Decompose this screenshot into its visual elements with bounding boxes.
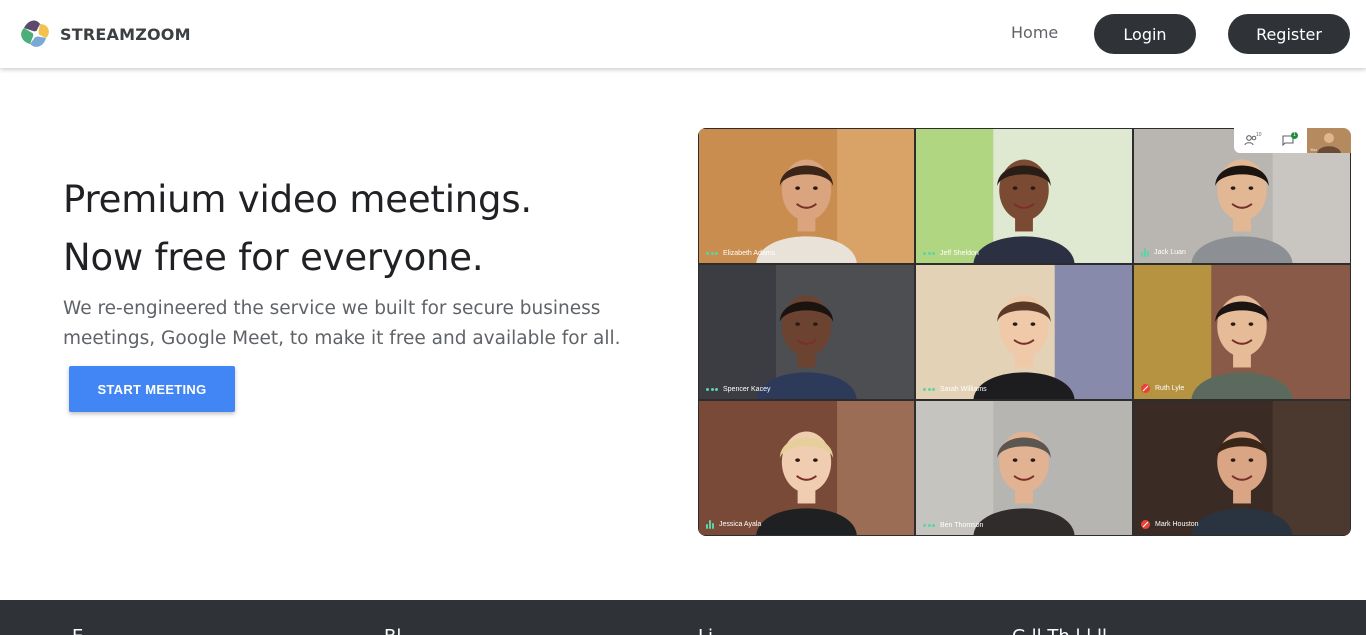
speaking-bars-icon [706,520,714,529]
participant-name: Ruth Lyle [1155,385,1185,392]
video-tile[interactable]: Ruth Lyle [1133,264,1351,400]
register-button[interactable]: Register [1228,14,1350,54]
participant-name: Jack Luan [1154,249,1186,256]
video-tile[interactable]: Mark Houston [1133,400,1351,536]
participant-name: Sarah Williams [940,386,987,393]
hero-title-line-2: Now free for everyone. [63,236,484,279]
brand-name: STREAMZOOM [60,24,191,44]
participant-name-tag: Ruth Lyle [1141,384,1184,393]
video-tile[interactable]: Jessica Ayala [698,400,915,536]
self-view-label: You [1310,147,1317,152]
mic-muted-icon [1141,520,1150,529]
participant-name: Spencer Kacey [723,386,771,393]
participant-name: Mark Houston [1155,521,1199,528]
participant-video-frame [699,265,914,399]
participant-video-frame [699,129,914,263]
video-tile[interactable]: Elizabeth Adams [698,128,915,264]
participant-video-frame [916,129,1132,263]
participant-video-frame [699,401,914,535]
participant-video-frame [1134,265,1350,399]
video-tile[interactable]: Ben Thomson [915,400,1133,536]
chat-unread-badge: 1 [1291,132,1298,139]
participant-name: Elizabeth Adams [723,250,776,257]
brand[interactable]: STREAMZOOM [16,14,191,54]
hero-description: We re-engineered the service we built fo… [63,298,621,349]
participant-name-tag: Jessica Ayala [706,520,761,529]
hero-title-line-1: Premium video meetings. [63,178,532,221]
audio-dots-icon [706,252,718,255]
video-tile[interactable]: Sarah Williams [915,264,1133,400]
participant-name: Jessica Ayala [719,521,762,528]
streamzoom-logo-icon [21,20,49,47]
footer-column-heading: E [72,626,83,635]
participant-count: 10 [1256,132,1262,138]
participant-video-frame [916,401,1132,535]
participant-name-tag: Mark Houston [1141,520,1199,529]
participant-video-frame [1134,401,1350,535]
start-meeting-button[interactable]: START MEETING [69,366,235,412]
footer-column-heading: Bl [384,626,401,635]
meeting-top-bar: 10 1 You [1234,128,1351,153]
participant-name-tag: Sarah Williams [923,386,987,393]
speaking-bars-icon [1141,248,1149,257]
audio-dots-icon [923,388,935,391]
nav-home-link[interactable]: Home [1011,23,1058,42]
video-tile[interactable]: Jeff Sheldon [915,128,1133,264]
participant-video-frame [916,265,1132,399]
participant-name-tag: Spencer Kacey [706,386,770,393]
login-button[interactable]: Login [1094,14,1196,54]
participant-name-tag: Jack Luan [1141,248,1186,257]
footer: E Bl Li G ll Th l l ll [0,600,1366,635]
video-tile[interactable]: Spencer Kacey [698,264,915,400]
audio-dots-icon [706,388,718,391]
audio-dots-icon [923,524,935,527]
navbar: STREAMZOOM Home Login Register [0,0,1366,68]
participant-name-tag: Jeff Sheldon [923,250,979,257]
audio-dots-icon [923,252,935,255]
mic-muted-icon [1141,384,1150,393]
participant-name-tag: Elizabeth Adams [706,250,775,257]
participant-name-tag: Ben Thomson [923,522,983,529]
participant-name: Jeff Sheldon [940,250,979,257]
video-meeting-preview: Elizabeth Adams Jeff Sheldon Jack Luan Spen… [698,128,1351,536]
footer-column-heading: G ll Th l l ll [1012,626,1107,635]
footer-column-heading: Li [698,626,713,635]
participant-name: Ben Thomson [940,522,984,529]
